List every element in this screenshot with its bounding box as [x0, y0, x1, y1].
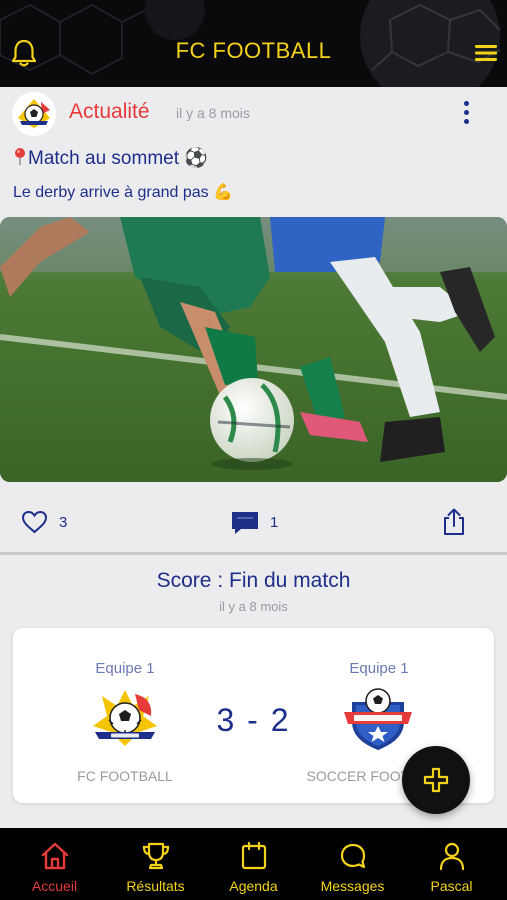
nav-item-agenda[interactable]: Agenda [203, 828, 304, 900]
user-icon [439, 842, 465, 871]
trophy-icon [142, 842, 170, 870]
nav-item-profile[interactable]: Pascal [401, 828, 502, 900]
flexed-biceps-emoji: 💪 [213, 184, 234, 201]
club-logo-icon [18, 99, 50, 128]
pin-icon [15, 148, 25, 165]
calendar-icon [241, 841, 267, 870]
nav-label-accueil: Accueil [31, 878, 78, 894]
nav-label-resultats: Résultats [126, 878, 185, 894]
like-count: 3 [59, 514, 68, 531]
match-score: 3 - 2 [216, 702, 291, 738]
post-title-text: Match au sommet [28, 148, 179, 169]
news-post: Actualité il y a 8 mois Match au sommet … [0, 87, 507, 552]
nav-item-messages[interactable]: Messages [302, 828, 403, 900]
nav-item-resultats[interactable]: Résultats [105, 828, 206, 900]
more-options-icon[interactable] [459, 99, 475, 127]
nav-label-messages: Messages [320, 878, 385, 894]
score-timestamp: il y a 8 mois [219, 599, 288, 614]
comment-icon[interactable] [230, 510, 260, 536]
chat-icon [340, 843, 366, 869]
post-body-text: Le derby arrive à grand pas [13, 184, 209, 201]
app-header: FC FOOTBALL [0, 0, 507, 87]
soccer-football-logo-icon [344, 688, 412, 750]
home-team-name: FC FOOTBALL [77, 768, 173, 784]
home-icon [41, 842, 69, 870]
heart-icon[interactable] [21, 510, 48, 534]
share-icon[interactable] [442, 508, 466, 536]
club-avatar[interactable] [12, 92, 56, 136]
away-team-label: Equipe 1 [349, 660, 409, 677]
football-players-image [0, 217, 507, 482]
score-title: Score : Fin du match [156, 569, 351, 592]
soccer-ball-emoji: ⚽ [184, 148, 208, 169]
post-title[interactable]: Match au sommet ⚽ [13, 146, 208, 170]
add-post-button[interactable] [402, 746, 470, 814]
post-body: Le derby arrive à grand pas 💪 [13, 182, 233, 202]
menu-icon[interactable] [475, 44, 497, 62]
bottom-navigation: Accueil Résultats Agenda Messages Pascal [0, 828, 507, 900]
post-timestamp: il y a 8 mois [176, 105, 250, 121]
plus-icon [423, 767, 449, 793]
news-feed[interactable]: Actualité il y a 8 mois Match au sommet … [0, 87, 507, 828]
nav-label-agenda: Agenda [229, 878, 278, 894]
post-photo[interactable] [0, 217, 507, 482]
comment-count: 1 [270, 514, 279, 531]
post-actions-bar: 3 1 [0, 500, 507, 544]
nav-item-accueil[interactable]: Accueil [4, 828, 105, 900]
home-team-label: Equipe 1 [95, 660, 155, 677]
post-category[interactable]: Actualité [69, 100, 150, 124]
nav-label-profile: Pascal [430, 878, 473, 894]
app-title: FC FOOTBALL [175, 38, 332, 63]
